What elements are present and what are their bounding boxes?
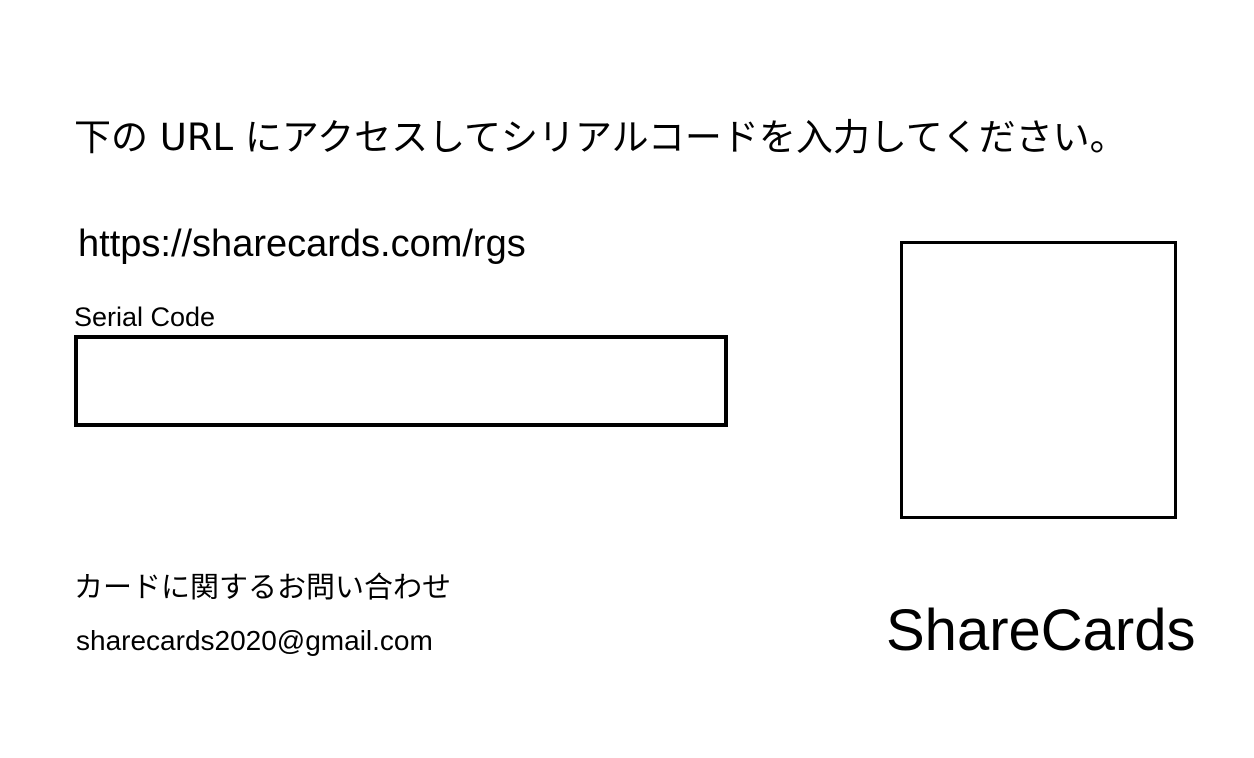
contact-label: カードに関するお問い合わせ <box>74 570 452 604</box>
brand-name: ShareCards <box>886 598 1196 663</box>
instruction-text: 下の URL にアクセスしてシリアルコードを入力してください。 <box>74 116 1127 159</box>
qr-code-box <box>900 241 1177 519</box>
serial-code-box <box>74 335 728 427</box>
access-url: https://sharecards.com/rgs <box>78 223 526 265</box>
contact-email: sharecards2020@gmail.com <box>76 625 433 656</box>
serial-code-label: Serial Code <box>74 302 216 332</box>
card: 下の URL にアクセスしてシリアルコードを入力してください。 https://… <box>0 0 1254 758</box>
